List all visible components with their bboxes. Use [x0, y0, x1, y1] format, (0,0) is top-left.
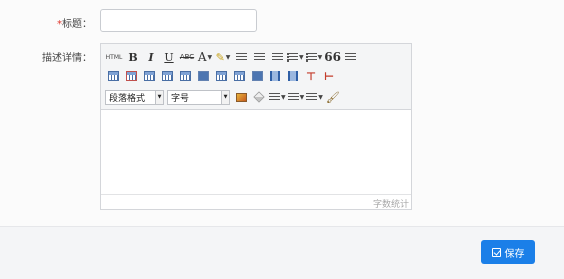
align-center-button[interactable]: [251, 49, 267, 65]
chevron-down-icon: ▼: [155, 90, 163, 104]
chevron-down-icon: ▼: [317, 53, 323, 61]
paragraph-format-value: 段落格式: [109, 93, 146, 104]
title-label-text: 标题：: [62, 19, 92, 30]
title-label: *标题：: [40, 15, 92, 30]
chevron-down-icon: ▼: [221, 90, 229, 104]
line-height-icon: [306, 92, 318, 102]
word-count: 字数统计: [372, 200, 409, 210]
form-panel: *标题： 描述详情： HTML B I U ABC A▼ ✎▼ ▼ ▼ 66: [0, 0, 564, 226]
font-color-button[interactable]: A ▼: [197, 49, 213, 65]
chevron-down-icon: ▼: [281, 93, 286, 101]
insert-row-after-button[interactable]: [177, 68, 193, 84]
chevron-down-icon: ▼: [299, 53, 304, 61]
title-input[interactable]: [100, 9, 257, 32]
merge-cells-button[interactable]: [267, 68, 283, 84]
insert-row-before-button[interactable]: [159, 68, 175, 84]
merge-cells-icon: [270, 71, 280, 81]
table-settings-button[interactable]: ⊢: [321, 68, 337, 84]
delete-column-icon: [251, 71, 263, 81]
description-label: 描述详情：: [42, 53, 92, 64]
edit-check-icon: [491, 247, 501, 257]
html-source-button[interactable]: HTML: [105, 49, 123, 65]
numbered-list-icon: [305, 52, 317, 62]
strikethrough-button[interactable]: ABC: [179, 49, 195, 65]
toolbar-row-3: 段落格式 ▼ 字号 ▼ ▼ ▼ ▼ 🖌: [105, 88, 343, 106]
font-size-select[interactable]: 字号 ▼: [167, 89, 230, 105]
row-before-icon: [161, 71, 173, 81]
bold-button[interactable]: B: [125, 49, 141, 65]
bullet-list-icon: [287, 52, 298, 62]
highlighter-icon: ✎: [215, 50, 225, 64]
chevron-down-icon: ▼: [207, 53, 213, 61]
save-button-label: 保存: [504, 248, 525, 260]
underline-button[interactable]: U: [161, 49, 177, 65]
unordered-list-button[interactable]: ▼: [287, 49, 304, 65]
editor-content-area[interactable]: [101, 110, 411, 194]
blockquote-button[interactable]: 66: [324, 49, 341, 65]
brush-icon: 🖌: [325, 90, 340, 104]
column-before-icon: [215, 71, 227, 81]
horizontal-rule-button[interactable]: [343, 49, 359, 65]
format-painter-button[interactable]: 🖌: [325, 89, 341, 105]
ordered-list-button[interactable]: ▼: [305, 49, 323, 65]
insert-column-after-button[interactable]: [231, 68, 247, 84]
rich-text-editor: HTML B I U ABC A ▼ ✎ ▼ ▼ ▼ 66 ⊤ ⊢ 段落格式 ▼…: [100, 43, 412, 210]
delete-column-button[interactable]: [249, 68, 265, 84]
table-properties-icon: [125, 71, 137, 81]
insert-table-button[interactable]: [105, 68, 121, 84]
insert-image-button[interactable]: [233, 89, 249, 105]
text-indent-button[interactable]: ▼: [269, 89, 286, 105]
horizontal-rule-icon: [345, 52, 357, 62]
toolbar-row-2: ⊤ ⊢: [105, 67, 339, 85]
footer-bar: [0, 227, 564, 279]
delete-table-icon: ⊤: [305, 69, 317, 83]
editor-toolbar: HTML B I U ABC A ▼ ✎ ▼ ▼ ▼ 66 ⊤ ⊢ 段落格式 ▼…: [101, 44, 411, 110]
table-icon: [107, 71, 119, 81]
chevron-down-icon: ▼: [318, 93, 323, 101]
align-right-icon: [271, 52, 283, 62]
delete-table-button[interactable]: ⊤: [303, 68, 319, 84]
clear-format-button[interactable]: [251, 89, 267, 105]
split-cells-icon: [288, 71, 298, 81]
align-left-button[interactable]: [233, 49, 249, 65]
highlight-color-button[interactable]: ✎ ▼: [215, 49, 231, 65]
insert-caption-button[interactable]: [141, 68, 157, 84]
table-settings-icon: ⊢: [323, 69, 335, 83]
line-height-button[interactable]: ▼: [306, 89, 323, 105]
chevron-down-icon: ▼: [225, 53, 231, 61]
caption-icon: [143, 71, 155, 81]
delete-row-icon: [197, 71, 209, 81]
insert-column-before-button[interactable]: [213, 68, 229, 84]
paragraph-format-select[interactable]: 段落格式 ▼: [105, 89, 164, 105]
chevron-down-icon: ▼: [299, 93, 305, 101]
paragraph-spacing-button[interactable]: ▼: [287, 89, 305, 105]
align-right-button[interactable]: [269, 49, 285, 65]
indent-icon: [269, 92, 280, 102]
paragraph-spacing-icon: [287, 92, 299, 102]
save-button[interactable]: 保存: [481, 240, 535, 264]
font-size-value: 字号: [171, 93, 190, 104]
row-after-icon: [179, 71, 191, 81]
table-properties-button[interactable]: [123, 68, 139, 84]
delete-row-button[interactable]: [195, 68, 211, 84]
eraser-icon: [253, 91, 265, 103]
align-left-icon: [235, 52, 247, 62]
column-after-icon: [233, 71, 245, 81]
align-center-icon: [253, 52, 265, 62]
toolbar-row-1: HTML B I U ABC A ▼ ✎ ▼ ▼ ▼ 66: [105, 48, 361, 66]
italic-button[interactable]: I: [143, 49, 159, 65]
image-icon: [235, 92, 247, 102]
font-color-icon: A: [197, 50, 207, 64]
split-cells-button[interactable]: [285, 68, 301, 84]
editor-status-bar: 字数统计: [101, 194, 411, 210]
